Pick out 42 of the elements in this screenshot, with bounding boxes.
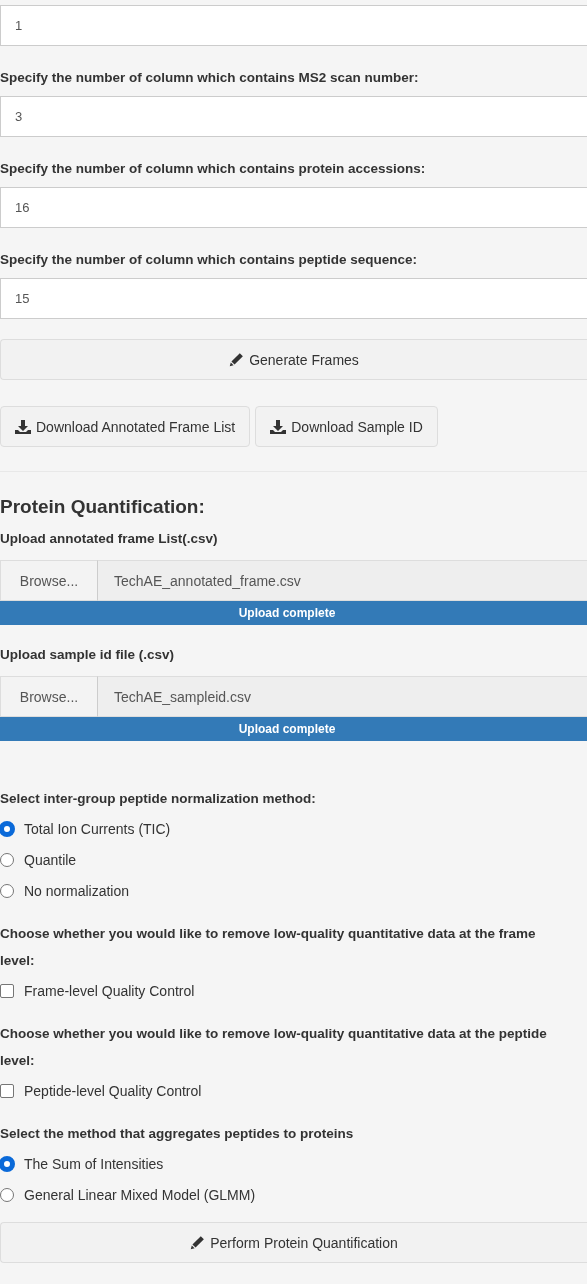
field-label: Choose whether you would like to remove low-quality quantitative data at the frame level: (0, 925, 537, 970)
option-label: The Sum of Intensities (24, 1155, 164, 1172)
number-field[interactable]: 16 (0, 187, 587, 228)
field-label: Select the method that aggregates peptides to proteins (0, 1125, 355, 1143)
checkbox[interactable] (0, 983, 14, 998)
button[interactable]: Perform Protein Quantification (0, 1222, 587, 1263)
button[interactable]: Download Annotated Frame List (0, 406, 251, 447)
download-icon (270, 418, 287, 435)
number-field[interactable]: 1 (0, 5, 587, 46)
field-label: Select inter-group peptide normalization method: (0, 790, 317, 808)
file-name-field[interactable]: TechAE_sampleid.csv (98, 676, 587, 717)
field-label: Specify the number of column which contains peptide sequence: (0, 251, 419, 269)
field-label: Specify the number of column which contains protein accessions: (0, 160, 427, 178)
field-label: Upload annotated frame List(.csv) (0, 530, 219, 548)
radio-button[interactable] (0, 852, 14, 867)
number-field[interactable]: 15 (0, 278, 587, 319)
option-label: Frame-level Quality Control (24, 982, 195, 999)
option-label: Total Ion Currents (TIC) (24, 820, 171, 837)
option-label: Peptide-level Quality Control (24, 1082, 202, 1099)
pencil-icon (229, 352, 245, 367)
field-label: Specify the number of column which contains MS2 scan number: (0, 69, 420, 87)
field-label: Upload sample id file (.csv) (0, 646, 176, 664)
option-label: General Linear Mixed Model (GLMM) (24, 1186, 256, 1203)
download-icon (15, 418, 31, 435)
browse-button[interactable]: Browse... (0, 676, 98, 717)
checkbox[interactable] (0, 1083, 14, 1098)
field-label: Choose whether you would like to remove low-quality quantitative data at the peptide level: (0, 1025, 548, 1070)
number-field[interactable]: 3 (0, 96, 587, 137)
section-heading: Protein Quantification: (0, 495, 206, 519)
button[interactable]: Generate Frames (0, 339, 587, 380)
progress-text: Upload complete (238, 722, 337, 736)
option-label: Quantile (24, 851, 77, 868)
radio-button[interactable] (0, 883, 14, 898)
file-name-field[interactable]: TechAE_annotated_frame.csv (98, 560, 587, 601)
radio-button[interactable] (0, 1156, 14, 1171)
progress-text: Upload complete (238, 606, 337, 620)
radio-button[interactable] (0, 821, 14, 836)
pencil-icon (190, 1235, 206, 1250)
radio-button[interactable] (0, 1187, 14, 1202)
option-label: No normalization (24, 882, 130, 899)
browse-button[interactable]: Browse... (0, 560, 98, 601)
button[interactable]: Download Sample ID (255, 406, 438, 447)
